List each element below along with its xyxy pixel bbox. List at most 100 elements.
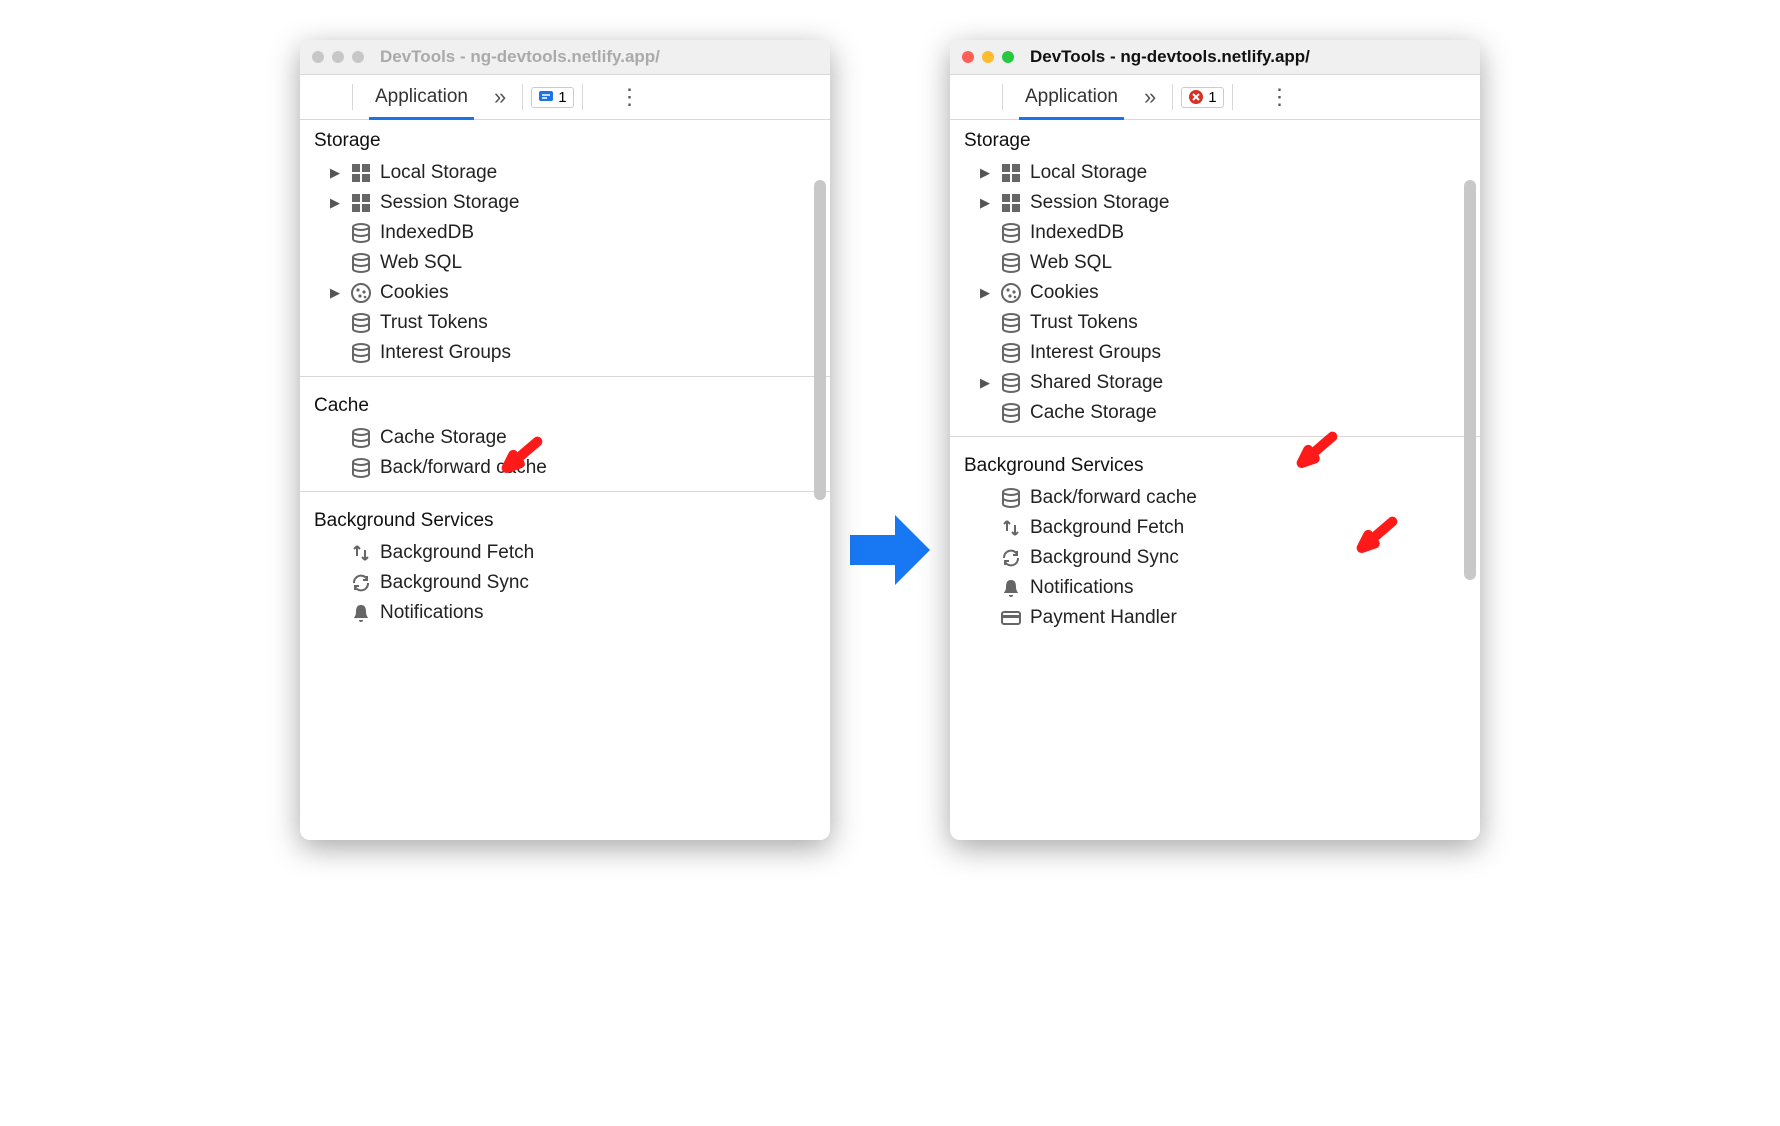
tree-item[interactable]: Background Sync [950,543,1480,573]
inspect-element-icon[interactable] [958,91,974,103]
db-icon [1000,252,1022,274]
tree-item[interactable]: Interest Groups [300,338,830,368]
devtools-toolbar: Application» 1 ⋮ [950,75,1480,120]
zoom-dot[interactable] [352,51,364,63]
tree-item-label: Local Storage [1030,162,1147,184]
zoom-dot[interactable] [1002,51,1014,63]
close-dot[interactable] [962,51,974,63]
settings-gear-icon[interactable] [591,91,607,103]
tree-item[interactable]: Payment Handler [950,603,1480,633]
tree-item[interactable]: Web SQL [950,248,1480,278]
tree-item[interactable]: IndexedDB [950,218,1480,248]
tree-item[interactable]: ▶ Session Storage [950,188,1480,218]
titlebar: DevTools - ng-devtools.netlify.app/ [950,40,1480,75]
tree-item[interactable]: Notifications [300,598,830,628]
tree-item-label: Session Storage [380,192,519,214]
application-sidebar: Storage ▶ Local Storage ▶ Session Storage Ind… [950,120,1480,840]
scrollbar-thumb[interactable] [1464,180,1476,580]
fetch-icon [1000,517,1022,539]
panel-tab-application[interactable]: Application [1011,75,1132,119]
db-icon [1000,312,1022,334]
device-toolbar-icon[interactable] [978,91,994,103]
tree-item[interactable]: Notifications [950,573,1480,603]
tree-item[interactable]: Cache Storage [300,423,830,453]
traffic-lights[interactable] [312,51,364,63]
tree-item[interactable]: Back/forward cache [300,453,830,483]
panel-tab-application[interactable]: Application [361,75,482,119]
bell-icon [1000,577,1022,599]
traffic-lights[interactable] [962,51,1014,63]
expand-arrow-icon: ▶ [330,195,342,211]
fetch-icon [350,542,372,564]
tree-item[interactable]: Trust Tokens [300,308,830,338]
window-title: DevTools - ng-devtools.netlify.app/ [1030,47,1468,67]
section-head[interactable]: Background Services [950,445,1480,483]
expand-arrow-icon: ▶ [980,285,992,301]
rightWindow-window: DevTools - ng-devtools.netlify.app/Appli… [950,40,1480,840]
tree-item[interactable]: Cache Storage [950,398,1480,428]
scrollbar-thumb[interactable] [814,180,826,500]
db-icon [350,427,372,449]
db-icon [350,222,372,244]
tree-item-label: Background Sync [1030,547,1179,569]
tree-item-label: Background Fetch [1030,517,1184,539]
tree-item-label: Cache Storage [380,427,507,449]
more-tabs-icon[interactable]: » [486,78,514,116]
tree-item-label: Trust Tokens [380,312,488,334]
close-dot[interactable] [312,51,324,63]
cookie-icon [1000,282,1022,304]
tree-item-label: Interest Groups [380,342,511,364]
settings-gear-icon[interactable] [1241,91,1257,103]
application-panel: Storage ▶ Local Storage ▶ Session Storage Ind… [950,120,1480,840]
errors-badge[interactable]: 1 [1181,87,1223,108]
window-title: DevTools - ng-devtools.netlify.app/ [380,47,818,67]
inspect-element-icon[interactable] [308,91,324,103]
section-head[interactable]: Cache [300,385,830,423]
tree-item-label: IndexedDB [1030,222,1124,244]
sync-icon [1000,547,1022,569]
tree-item[interactable]: IndexedDB [300,218,830,248]
tree-item[interactable]: ▶ Cookies [300,278,830,308]
scrollbar[interactable] [1464,180,1476,800]
tree-item[interactable]: Background Fetch [950,513,1480,543]
tree-item[interactable]: ▶Local Storage [300,158,830,188]
application-panel: Storage▶Local Storage ▶ Session Storage Ind… [300,120,830,840]
tree-item-label: Session Storage [1030,192,1169,214]
tree-item[interactable]: Back/forward cache [950,483,1480,513]
tree-item-label: Notifications [380,602,484,624]
tree-item-label: Payment Handler [1030,607,1177,629]
tree-item[interactable]: Background Sync [300,568,830,598]
tree-item[interactable]: ▶Cookies [950,278,1480,308]
grid-icon [350,192,372,214]
tree-item[interactable]: ▶ Local Storage [950,158,1480,188]
db-icon [350,252,372,274]
section-head[interactable]: Background Services [300,500,830,538]
tree-item[interactable]: Background Fetch [300,538,830,568]
tree-item-label: IndexedDB [380,222,474,244]
tree-item[interactable]: Web SQL [300,248,830,278]
scrollbar[interactable] [814,180,826,800]
expand-arrow-icon: ▶ [330,285,342,301]
tree-item-label: Cookies [380,282,449,304]
minimize-dot[interactable] [332,51,344,63]
tree-item[interactable]: Interest Groups [950,338,1480,368]
tree-item[interactable]: ▶ Session Storage [300,188,830,218]
expand-arrow-icon: ▶ [980,195,992,211]
tree-item[interactable]: ▶ Shared Storage [950,368,1480,398]
tree-item-label: Notifications [1030,577,1134,599]
db-icon [1000,372,1022,394]
more-options-icon[interactable]: ⋮ [1261,78,1299,116]
titlebar: DevTools - ng-devtools.netlify.app/ [300,40,830,75]
tree-item[interactable]: Trust Tokens [950,308,1480,338]
expand-arrow-icon: ▶ [980,165,992,181]
more-options-icon[interactable]: ⋮ [611,78,649,116]
section-head[interactable]: Storage [300,120,830,158]
minimize-dot[interactable] [982,51,994,63]
issues-badge[interactable]: 1 [531,87,573,108]
expand-arrow-icon: ▶ [980,375,992,391]
tree-item-label: Shared Storage [1030,372,1163,394]
device-toolbar-icon[interactable] [328,91,344,103]
more-tabs-icon[interactable]: » [1136,78,1164,116]
section-head[interactable]: Storage [950,120,1480,158]
grid-icon [1000,162,1022,184]
